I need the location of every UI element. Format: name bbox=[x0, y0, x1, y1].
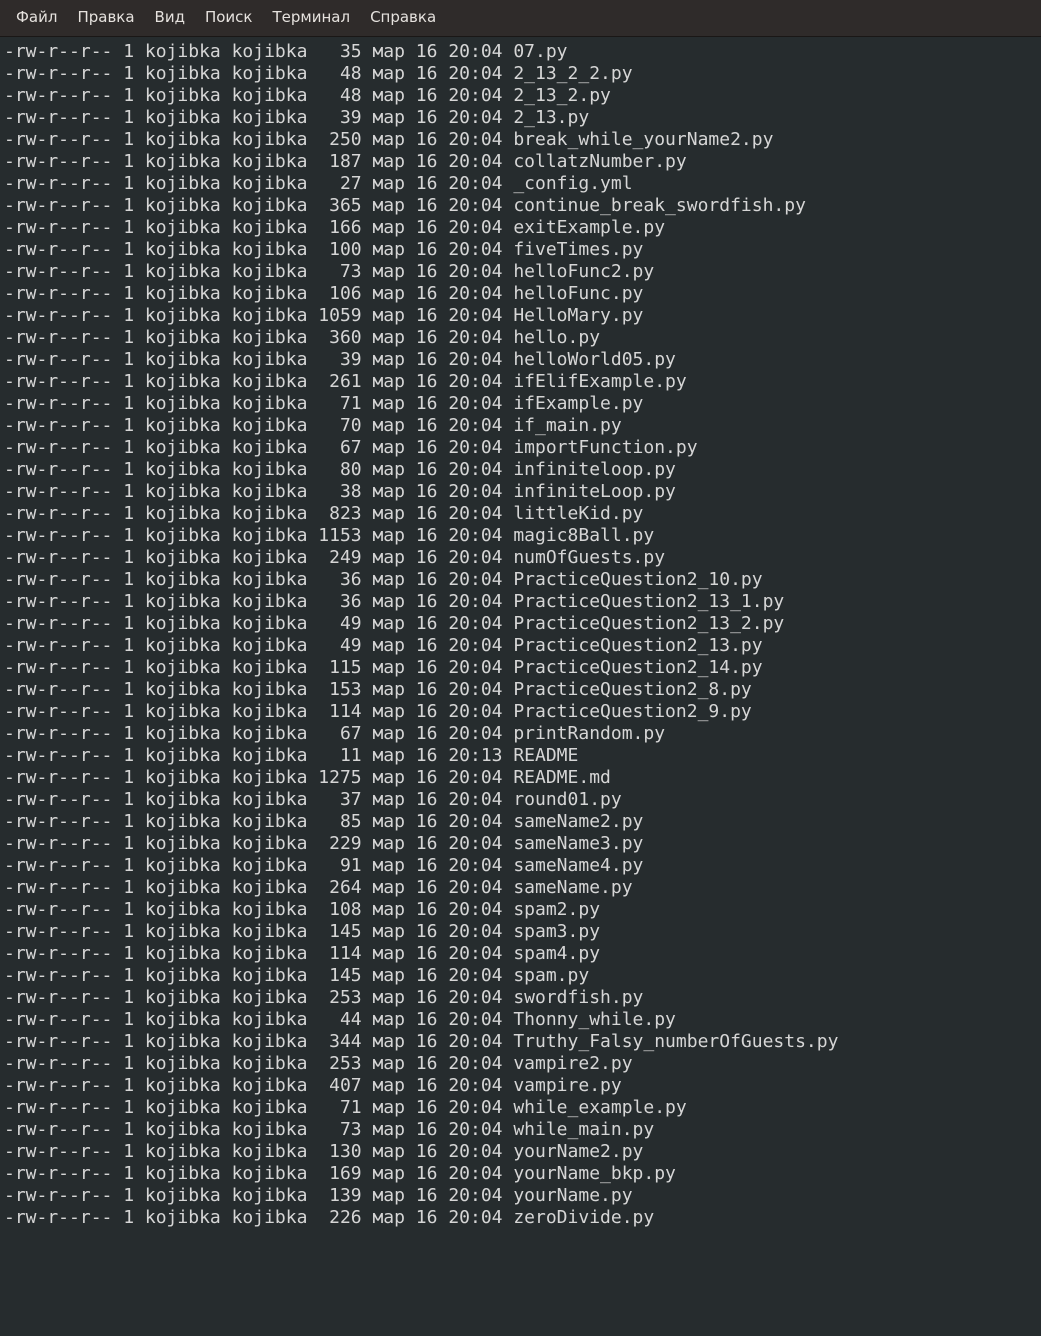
terminal-output[interactable]: -rw-r--r-- 1 kojibka kojibka 35 мар 16 2… bbox=[0, 37, 1041, 1233]
ls-row: -rw-r--r-- 1 kojibka kojibka 80 мар 16 2… bbox=[4, 459, 1041, 481]
ls-row: -rw-r--r-- 1 kojibka kojibka 73 мар 16 2… bbox=[4, 261, 1041, 283]
ls-row: -rw-r--r-- 1 kojibka kojibka 249 мар 16 … bbox=[4, 547, 1041, 569]
ls-row: -rw-r--r-- 1 kojibka kojibka 39 мар 16 2… bbox=[4, 349, 1041, 371]
ls-row: -rw-r--r-- 1 kojibka kojibka 71 мар 16 2… bbox=[4, 393, 1041, 415]
ls-row: -rw-r--r-- 1 kojibka kojibka 264 мар 16 … bbox=[4, 877, 1041, 899]
ls-row: -rw-r--r-- 1 kojibka kojibka 253 мар 16 … bbox=[4, 1053, 1041, 1075]
menu-file[interactable]: Файл bbox=[6, 4, 67, 30]
ls-row: -rw-r--r-- 1 kojibka kojibka 67 мар 16 2… bbox=[4, 437, 1041, 459]
ls-row: -rw-r--r-- 1 kojibka kojibka 71 мар 16 2… bbox=[4, 1097, 1041, 1119]
ls-row: -rw-r--r-- 1 kojibka kojibka 100 мар 16 … bbox=[4, 239, 1041, 261]
ls-row: -rw-r--r-- 1 kojibka kojibka 226 мар 16 … bbox=[4, 1207, 1041, 1229]
ls-row: -rw-r--r-- 1 kojibka kojibka 39 мар 16 2… bbox=[4, 107, 1041, 129]
menu-help[interactable]: Справка bbox=[360, 4, 446, 30]
ls-row: -rw-r--r-- 1 kojibka kojibka 360 мар 16 … bbox=[4, 327, 1041, 349]
ls-row: -rw-r--r-- 1 kojibka kojibka 407 мар 16 … bbox=[4, 1075, 1041, 1097]
ls-row: -rw-r--r-- 1 kojibka kojibka 153 мар 16 … bbox=[4, 679, 1041, 701]
ls-row: -rw-r--r-- 1 kojibka kojibka 11 мар 16 2… bbox=[4, 745, 1041, 767]
ls-row: -rw-r--r-- 1 kojibka kojibka 145 мар 16 … bbox=[4, 965, 1041, 987]
ls-row: -rw-r--r-- 1 kojibka kojibka 130 мар 16 … bbox=[4, 1141, 1041, 1163]
ls-row: -rw-r--r-- 1 kojibka kojibka 67 мар 16 2… bbox=[4, 723, 1041, 745]
ls-row: -rw-r--r-- 1 kojibka kojibka 1275 мар 16… bbox=[4, 767, 1041, 789]
ls-row: -rw-r--r-- 1 kojibka kojibka 106 мар 16 … bbox=[4, 283, 1041, 305]
ls-row: -rw-r--r-- 1 kojibka kojibka 49 мар 16 2… bbox=[4, 613, 1041, 635]
ls-row: -rw-r--r-- 1 kojibka kojibka 344 мар 16 … bbox=[4, 1031, 1041, 1053]
ls-row: -rw-r--r-- 1 kojibka kojibka 365 мар 16 … bbox=[4, 195, 1041, 217]
ls-row: -rw-r--r-- 1 kojibka kojibka 70 мар 16 2… bbox=[4, 415, 1041, 437]
ls-row: -rw-r--r-- 1 kojibka kojibka 36 мар 16 2… bbox=[4, 569, 1041, 591]
ls-row: -rw-r--r-- 1 kojibka kojibka 35 мар 16 2… bbox=[4, 41, 1041, 63]
ls-row: -rw-r--r-- 1 kojibka kojibka 49 мар 16 2… bbox=[4, 635, 1041, 657]
ls-row: -rw-r--r-- 1 kojibka kojibka 38 мар 16 2… bbox=[4, 481, 1041, 503]
ls-row: -rw-r--r-- 1 kojibka kojibka 250 мар 16 … bbox=[4, 129, 1041, 151]
menu-view[interactable]: Вид bbox=[145, 4, 195, 30]
ls-row: -rw-r--r-- 1 kojibka kojibka 85 мар 16 2… bbox=[4, 811, 1041, 833]
ls-row: -rw-r--r-- 1 kojibka kojibka 114 мар 16 … bbox=[4, 943, 1041, 965]
ls-row: -rw-r--r-- 1 kojibka kojibka 115 мар 16 … bbox=[4, 657, 1041, 679]
ls-row: -rw-r--r-- 1 kojibka kojibka 108 мар 16 … bbox=[4, 899, 1041, 921]
ls-row: -rw-r--r-- 1 kojibka kojibka 91 мар 16 2… bbox=[4, 855, 1041, 877]
ls-row: -rw-r--r-- 1 kojibka kojibka 261 мар 16 … bbox=[4, 371, 1041, 393]
ls-row: -rw-r--r-- 1 kojibka kojibka 1153 мар 16… bbox=[4, 525, 1041, 547]
ls-row: -rw-r--r-- 1 kojibka kojibka 166 мар 16 … bbox=[4, 217, 1041, 239]
menu-edit[interactable]: Правка bbox=[67, 4, 144, 30]
ls-row: -rw-r--r-- 1 kojibka kojibka 139 мар 16 … bbox=[4, 1185, 1041, 1207]
ls-row: -rw-r--r-- 1 kojibka kojibka 229 мар 16 … bbox=[4, 833, 1041, 855]
ls-row: -rw-r--r-- 1 kojibka kojibka 27 мар 16 2… bbox=[4, 173, 1041, 195]
ls-row: -rw-r--r-- 1 kojibka kojibka 73 мар 16 2… bbox=[4, 1119, 1041, 1141]
ls-row: -rw-r--r-- 1 kojibka kojibka 145 мар 16 … bbox=[4, 921, 1041, 943]
ls-row: -rw-r--r-- 1 kojibka kojibka 253 мар 16 … bbox=[4, 987, 1041, 1009]
menubar: Файл Правка Вид Поиск Терминал Справка bbox=[0, 0, 1041, 37]
ls-row: -rw-r--r-- 1 kojibka kojibka 1059 мар 16… bbox=[4, 305, 1041, 327]
ls-row: -rw-r--r-- 1 kojibka kojibka 44 мар 16 2… bbox=[4, 1009, 1041, 1031]
menu-search[interactable]: Поиск bbox=[195, 4, 263, 30]
ls-row: -rw-r--r-- 1 kojibka kojibka 37 мар 16 2… bbox=[4, 789, 1041, 811]
ls-row: -rw-r--r-- 1 kojibka kojibka 36 мар 16 2… bbox=[4, 591, 1041, 613]
menu-terminal[interactable]: Терминал bbox=[262, 4, 360, 30]
ls-row: -rw-r--r-- 1 kojibka kojibka 187 мар 16 … bbox=[4, 151, 1041, 173]
ls-row: -rw-r--r-- 1 kojibka kojibka 823 мар 16 … bbox=[4, 503, 1041, 525]
ls-row: -rw-r--r-- 1 kojibka kojibka 48 мар 16 2… bbox=[4, 63, 1041, 85]
ls-row: -rw-r--r-- 1 kojibka kojibka 114 мар 16 … bbox=[4, 701, 1041, 723]
ls-row: -rw-r--r-- 1 kojibka kojibka 48 мар 16 2… bbox=[4, 85, 1041, 107]
ls-row: -rw-r--r-- 1 kojibka kojibka 169 мар 16 … bbox=[4, 1163, 1041, 1185]
